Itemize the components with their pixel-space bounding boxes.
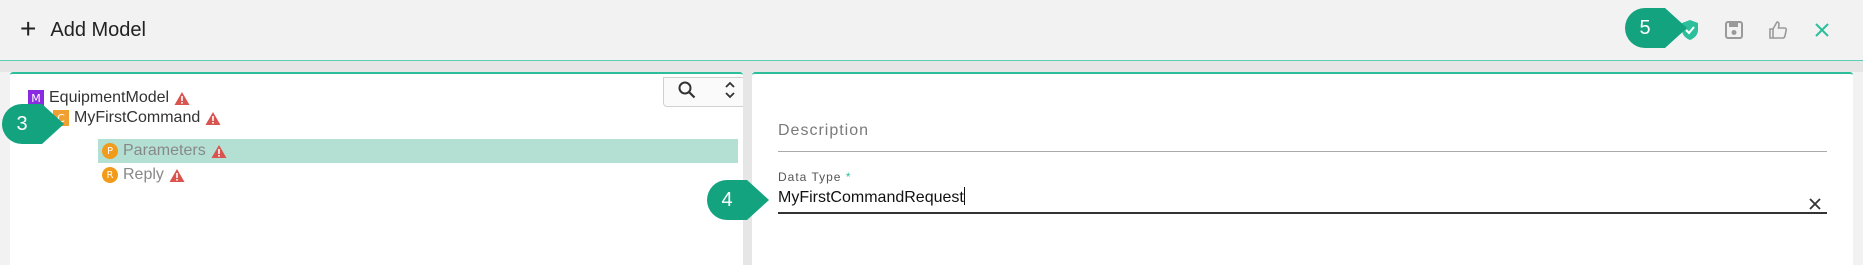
callout-number: 5	[1639, 16, 1651, 39]
data-type-input[interactable]: MyFirstCommandRequest	[778, 187, 965, 207]
data-type-value[interactable]: MyFirstCommandRequest	[778, 189, 964, 206]
tree-node-parameters[interactable]: P Parameters	[102, 139, 227, 163]
dialog-header: + Add Model	[0, 0, 1863, 60]
callout-number: 4	[721, 188, 733, 211]
expand-collapse-icon[interactable]	[724, 81, 736, 104]
data-type-label: Data Type *	[778, 170, 1827, 184]
tree-node-label: Parameters	[123, 142, 206, 159]
tree-node-label: MyFirstCommand	[74, 109, 201, 126]
description-field[interactable]: Description	[778, 122, 1827, 152]
parameters-badge: P	[102, 143, 118, 159]
close-icon[interactable]	[1811, 19, 1833, 41]
callout-marker: 5	[1625, 8, 1687, 48]
data-type-label-text: Data Type	[778, 170, 842, 184]
tree-node-label: Reply	[123, 166, 164, 183]
header-title-group: + Add Model	[20, 13, 146, 44]
required-marker: *	[845, 170, 852, 184]
plus-icon: +	[20, 13, 37, 44]
properties-panel: Description Data Type * MyFirstCommandRe…	[752, 72, 1853, 265]
tree-toolbar	[663, 77, 751, 107]
description-label: Description	[778, 122, 870, 139]
data-type-underline	[778, 212, 1827, 214]
header-actions	[1679, 12, 1833, 48]
tree-node-reply[interactable]: R Reply	[102, 163, 185, 187]
warning-icon	[169, 168, 185, 182]
warning-icon	[211, 144, 227, 158]
save-icon[interactable]	[1723, 19, 1745, 41]
tree-node-label: EquipmentModel	[49, 89, 170, 106]
data-type-field[interactable]: Data Type * MyFirstCommandRequest	[778, 170, 1827, 214]
warning-icon	[174, 91, 190, 105]
page-title: Add Model	[50, 18, 146, 41]
header-separator	[0, 60, 1863, 72]
description-underline	[778, 151, 1827, 152]
panel-splitter[interactable]	[743, 72, 752, 265]
header-divider-line	[0, 60, 1863, 61]
thumbs-up-icon[interactable]	[1767, 19, 1789, 41]
warning-icon	[205, 111, 221, 125]
search-icon[interactable]	[678, 81, 696, 104]
callout-number: 3	[16, 112, 28, 135]
reply-badge: R	[102, 167, 118, 183]
callout-marker: 3	[2, 104, 64, 144]
text-caret	[963, 187, 965, 205]
model-tree-panel: M EquipmentModel C MyFirstCommand P Para…	[10, 72, 751, 265]
callout-marker: 4	[707, 180, 769, 220]
